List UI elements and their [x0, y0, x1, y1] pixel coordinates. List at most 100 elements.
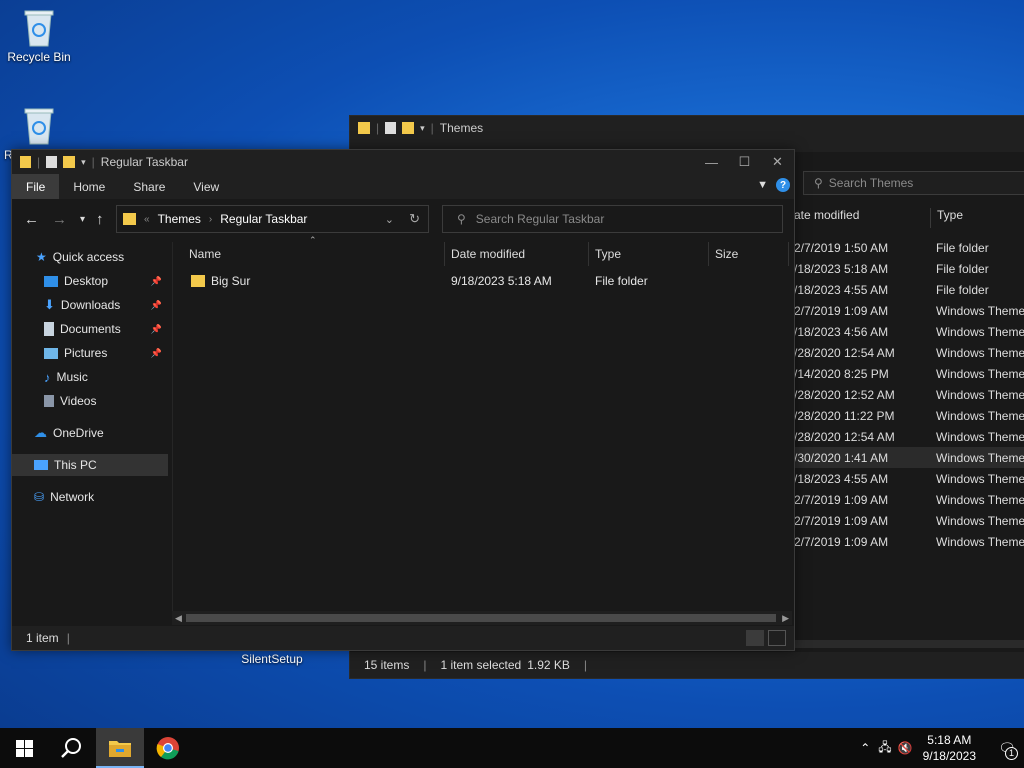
breadcrumb-themes[interactable]: Themes [158, 212, 201, 226]
taskbar-chrome[interactable] [144, 728, 192, 768]
volume-muted-icon[interactable]: 🔇 [898, 741, 913, 755]
table-row[interactable]: /28/2020 12:54 AM Windows Theme I [790, 342, 1024, 363]
table-row[interactable]: /28/2020 12:52 AM Windows Theme I [790, 384, 1024, 405]
details-view-button[interactable] [746, 630, 764, 646]
nav-videos[interactable]: Videos [44, 390, 96, 412]
table-row[interactable]: /18/2023 4:55 AM Windows Theme I [790, 468, 1024, 489]
pin-icon[interactable]: 📌 [151, 300, 162, 311]
tab-view[interactable]: View [179, 174, 233, 199]
forward-button[interactable]: → [52, 211, 67, 228]
file-date: /28/2020 12:52 AM [794, 387, 895, 402]
horizontal-scrollbar[interactable]: ◀ ▶ [172, 611, 792, 625]
nav-this-pc[interactable]: This PC [12, 454, 168, 476]
title-bar[interactable]: | ▾ | Themes [350, 116, 1024, 140]
file-type: Windows Theme I [936, 303, 1024, 318]
new-folder-icon[interactable] [402, 122, 415, 134]
nav-desktop[interactable]: Desktop 📌 [44, 270, 166, 292]
up-button[interactable]: ↑ [96, 211, 104, 228]
expand-ribbon-icon[interactable]: ▼ [757, 179, 768, 191]
recent-locations-icon[interactable]: ▾ [80, 214, 85, 225]
folder-icon [191, 275, 205, 287]
search-box[interactable]: ⚲ Search Themes [803, 171, 1024, 195]
minimize-button[interactable]: — [695, 150, 728, 174]
action-center-button[interactable]: 🗨 1 [990, 728, 1024, 768]
nav-music[interactable]: ♪ Music [44, 366, 88, 388]
close-button[interactable]: ✕ [761, 150, 794, 174]
properties-icon[interactable] [385, 122, 397, 134]
table-row[interactable]: 2/7/2019 1:09 AM Windows Theme I [790, 531, 1024, 552]
clock[interactable]: 5:18 AM 9/18/2023 [923, 732, 976, 764]
nav-pictures[interactable]: Pictures 📌 [44, 342, 166, 364]
chevron-down-icon[interactable]: ⌄ [385, 213, 394, 226]
table-row[interactable]: /14/2020 8:25 PM Windows Theme I [790, 363, 1024, 384]
taskbar-file-explorer[interactable] [96, 728, 144, 768]
column-header-name[interactable]: Name [173, 242, 445, 266]
explorer-window-regular-taskbar[interactable]: | ▾ | Regular Taskbar — ☐ ✕ File Home Sh… [11, 149, 795, 651]
search-box[interactable]: ⚲ Search Regular Taskbar [442, 205, 783, 233]
new-folder-icon[interactable] [63, 156, 76, 168]
nav-downloads[interactable]: ⬇ Downloads 📌 [44, 294, 166, 316]
column-header-size[interactable]: Size [709, 242, 789, 266]
table-row[interactable]: 2/7/2019 1:50 AM File folder [790, 237, 1024, 258]
tab-file[interactable]: File [12, 174, 60, 199]
table-row[interactable]: 2/7/2019 1:09 AM Windows Theme I [790, 489, 1024, 510]
pin-icon[interactable]: 📌 [151, 348, 162, 359]
properties-icon[interactable] [46, 156, 58, 168]
show-hidden-icons-icon[interactable]: ⌃ [860, 741, 870, 755]
help-icon[interactable]: ? [776, 178, 790, 192]
desktop-icon-label-silentsetup[interactable]: SilentSetup [222, 652, 322, 666]
maximize-button[interactable]: ☐ [728, 150, 761, 174]
column-header-type[interactable]: Type [589, 242, 709, 266]
table-row[interactable]: /18/2023 4:55 AM File folder [790, 279, 1024, 300]
network-icon[interactable]: 🖧 [878, 738, 891, 759]
chevron-right-icon[interactable]: › [209, 214, 212, 225]
table-row[interactable]: /18/2023 5:18 AM File folder [790, 258, 1024, 279]
column-header-date-modified[interactable]: Date modified [445, 242, 589, 266]
tab-share[interactable]: Share [119, 174, 179, 199]
address-bar[interactable]: « Themes › Regular Taskbar ⌄ ↻ [116, 205, 429, 233]
file-type: Windows Theme I [936, 408, 1024, 423]
refresh-icon[interactable]: ↻ [409, 211, 420, 227]
desktop-icon-recycle-bin[interactable]: Recycle Bin [4, 8, 74, 64]
file-date: /18/2023 5:18 AM [794, 261, 889, 276]
cloud-icon: ☁ [34, 425, 47, 440]
quick-access-dropdown-icon[interactable]: ▾ [420, 123, 425, 134]
file-type: Windows Theme I [936, 345, 1024, 360]
column-header-date-modified[interactable]: ate modified [790, 208, 931, 228]
scroll-right-icon[interactable]: ▶ [782, 611, 789, 625]
table-row[interactable]: /28/2020 12:54 AM Windows Theme I [790, 426, 1024, 447]
tab-home[interactable]: Home [59, 174, 119, 199]
nav-onedrive[interactable]: ☁ OneDrive [34, 422, 104, 444]
search-placeholder: Search Themes [828, 176, 914, 190]
table-row[interactable]: 2/7/2019 1:09 AM Windows Theme I [790, 510, 1024, 531]
desktop-icon-label: Recycle Bin [7, 50, 71, 64]
column-header-type[interactable]: Type [931, 208, 963, 228]
back-button[interactable]: ← [24, 211, 39, 228]
file-date: /18/2023 4:55 AM [794, 471, 889, 486]
horizontal-scrollbar[interactable] [790, 640, 1024, 648]
nav-network[interactable]: ⛁ Network [34, 486, 94, 508]
scroll-left-icon[interactable]: ◀ [175, 611, 182, 625]
pin-icon[interactable]: 📌 [151, 324, 162, 335]
table-row[interactable]: /28/2020 11:22 PM Windows Theme I [790, 405, 1024, 426]
file-type: Windows Theme I [936, 471, 1024, 486]
quick-access-dropdown-icon[interactable]: ▾ [81, 157, 86, 168]
pin-icon[interactable]: 📌 [151, 276, 162, 287]
breadcrumb-regular-taskbar[interactable]: Regular Taskbar [220, 212, 307, 226]
nav-documents[interactable]: Documents 📌 [44, 318, 166, 340]
nav-quick-access[interactable]: ★ Quick access [36, 246, 124, 268]
file-date: /18/2023 4:56 AM [794, 324, 889, 339]
table-row[interactable]: /18/2023 4:56 AM Windows Theme I [790, 321, 1024, 342]
large-icons-view-button[interactable] [768, 630, 786, 646]
start-button[interactable] [0, 728, 48, 768]
title-bar[interactable]: | ▾ | Regular Taskbar — ☐ ✕ [12, 150, 794, 174]
file-name: Big Sur [211, 274, 251, 288]
item-count: 1 item [26, 631, 59, 645]
document-icon [44, 322, 54, 336]
file-type: File folder [595, 274, 648, 288]
scrollbar-thumb[interactable] [186, 614, 776, 622]
table-row[interactable]: Big Sur 9/18/2023 5:18 AM File folder [173, 270, 793, 292]
table-row[interactable]: 2/7/2019 1:09 AM Windows Theme I [790, 300, 1024, 321]
search-button[interactable] [48, 728, 96, 768]
table-row[interactable]: /30/2020 1:41 AM Windows Theme I [790, 447, 1024, 468]
